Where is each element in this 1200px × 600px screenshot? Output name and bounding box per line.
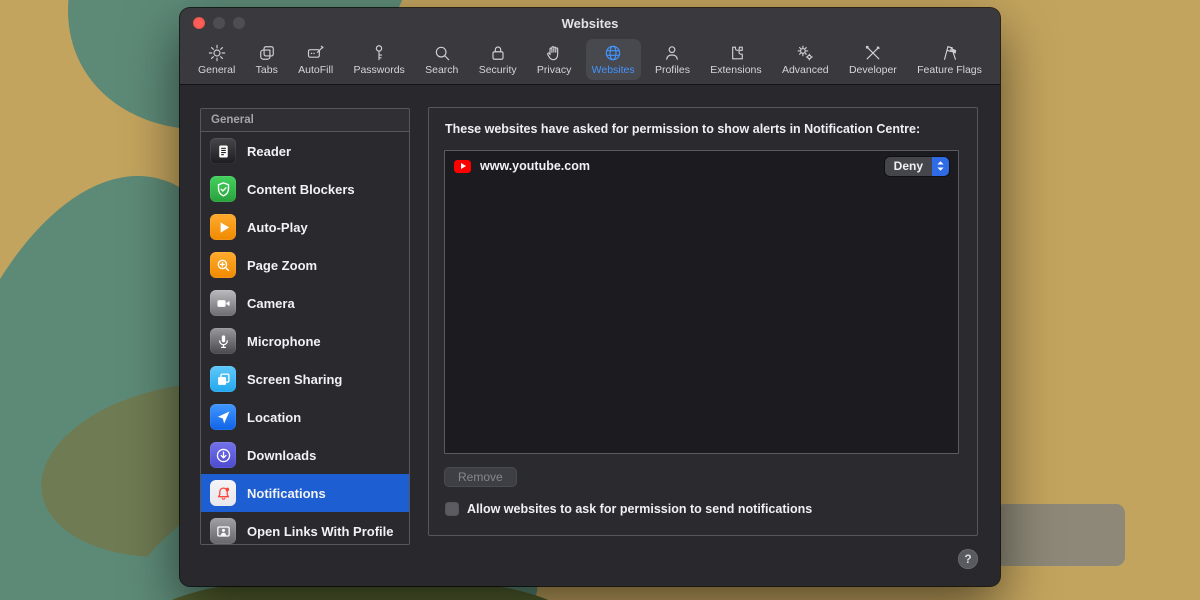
toolbar-tab-label: Extensions (710, 64, 761, 76)
toolbar-tab-label: Tabs (256, 64, 278, 76)
toolbar-tab-label: Privacy (537, 64, 571, 76)
toolbar-tab-websites[interactable]: Websites (586, 39, 641, 80)
puzzle-icon (725, 42, 746, 63)
website-domain: www.youtube.com (480, 159, 876, 173)
window-titlebar[interactable]: Websites (180, 8, 1000, 38)
toolbar-tab-label: Feature Flags (917, 64, 982, 76)
sidebar-item-auto-play[interactable]: Auto-Play (201, 208, 409, 246)
remove-button[interactable]: Remove (444, 467, 517, 487)
toolbar-tab-developer[interactable]: Developer (843, 39, 903, 80)
sidebar-item-microphone[interactable]: Microphone (201, 322, 409, 360)
gear-icon (206, 42, 227, 63)
navigation-icon (210, 404, 236, 430)
toolbar-tab-label: Security (479, 64, 517, 76)
sidebar-item-open-links-profile[interactable]: Open Links With Profile (201, 512, 409, 545)
zoom-window-button[interactable] (233, 17, 245, 29)
sidebar-item-label: Downloads (247, 448, 316, 463)
toolbar-tab-tabs[interactable]: Tabs (250, 39, 284, 80)
allow-ask-checkbox[interactable] (445, 502, 459, 516)
websites-permission-list: www.youtube.com Deny (444, 150, 959, 454)
video-camera-icon (210, 290, 236, 316)
search-icon (431, 42, 452, 63)
toolbar-tab-general[interactable]: General (192, 39, 241, 80)
safari-settings-window: Websites General Tabs AutoFill Passwords… (180, 8, 1000, 586)
website-row[interactable]: www.youtube.com Deny (445, 151, 958, 181)
notifications-panel: These websites have asked for permission… (428, 107, 978, 536)
sidebar-item-label: Microphone (247, 334, 321, 349)
traffic-lights (180, 17, 245, 29)
window-title: Websites (180, 16, 1000, 31)
toolbar-tab-passwords[interactable]: Passwords (347, 39, 410, 80)
close-window-button[interactable] (193, 17, 205, 29)
toolbar-tab-autofill[interactable]: AutoFill (292, 39, 339, 80)
help-button[interactable]: ? (958, 549, 978, 569)
sidebar-item-screen-sharing[interactable]: Screen Sharing (201, 360, 409, 398)
toolbar-tab-profiles[interactable]: Profiles (649, 39, 696, 80)
magnifier-plus-icon (210, 252, 236, 278)
autofill-card-icon (305, 42, 326, 63)
flags-icon (939, 42, 960, 63)
sidebar-item-downloads[interactable]: Downloads (201, 436, 409, 474)
wallpaper-gray-card (995, 504, 1125, 566)
toolbar-tab-advanced[interactable]: Advanced (776, 39, 835, 80)
toolbar-tab-search[interactable]: Search (419, 39, 464, 80)
reader-icon (210, 138, 236, 164)
toolbar-tab-label: AutoFill (298, 64, 333, 76)
toolbar-tab-label: Profiles (655, 64, 690, 76)
screens-icon (210, 366, 236, 392)
toolbar-tab-label: Advanced (782, 64, 829, 76)
minimize-window-button[interactable] (213, 17, 225, 29)
key-icon (369, 42, 390, 63)
toolbar-tab-extensions[interactable]: Extensions (704, 39, 767, 80)
panel-description: These websites have asked for permission… (429, 108, 977, 136)
toolbar-tab-privacy[interactable]: Privacy (531, 39, 577, 80)
toolbar-tab-label: Developer (849, 64, 897, 76)
sidebar-item-reader[interactable]: Reader (201, 132, 409, 170)
settings-toolbar: General Tabs AutoFill Passwords Search S… (180, 38, 1000, 85)
tabs-icon (256, 42, 277, 63)
websites-sidebar: General Reader Content Blockers Auto-Pla… (200, 108, 410, 545)
play-icon (210, 214, 236, 240)
gears-icon (795, 42, 816, 63)
toolbar-tab-label: Websites (592, 64, 635, 76)
lock-icon (487, 42, 508, 63)
sidebar-item-camera[interactable]: Camera (201, 284, 409, 322)
microphone-icon (210, 328, 236, 354)
sidebar-item-content-blockers[interactable]: Content Blockers (201, 170, 409, 208)
toolbar-tab-security[interactable]: Security (473, 39, 523, 80)
crossed-tools-icon (862, 42, 883, 63)
dropdown-stepper-icon (932, 157, 949, 176)
profile-card-icon (210, 518, 236, 544)
youtube-favicon-icon (454, 160, 471, 173)
allow-ask-row: Allow websites to ask for permission to … (445, 502, 812, 516)
sidebar-item-notifications[interactable]: Notifications (201, 474, 409, 512)
sidebar-section-header: General (201, 109, 409, 132)
sidebar-item-label: Auto-Play (247, 220, 308, 235)
hand-icon (544, 42, 565, 63)
sidebar-item-location[interactable]: Location (201, 398, 409, 436)
permission-dropdown[interactable]: Deny (885, 157, 949, 176)
allow-ask-label: Allow websites to ask for permission to … (467, 502, 812, 516)
globe-icon (603, 42, 624, 63)
sidebar-item-label: Location (247, 410, 301, 425)
websites-content: General Reader Content Blockers Auto-Pla… (180, 85, 1000, 586)
sidebar-item-label: Page Zoom (247, 258, 317, 273)
sidebar-item-label: Open Links With Profile (247, 524, 394, 539)
download-circle-icon (210, 442, 236, 468)
sidebar-item-label: Content Blockers (247, 182, 355, 197)
shield-check-icon (210, 176, 236, 202)
sidebar-items: Reader Content Blockers Auto-Play Page Z… (201, 132, 409, 545)
toolbar-tab-label: Passwords (353, 64, 404, 76)
sidebar-item-label: Screen Sharing (247, 372, 342, 387)
permission-value: Deny (885, 157, 932, 176)
toolbar-tab-feature-flags[interactable]: Feature Flags (911, 39, 988, 80)
sidebar-item-label: Notifications (247, 486, 326, 501)
bell-badge-icon (210, 480, 236, 506)
toolbar-tab-label: General (198, 64, 235, 76)
sidebar-item-label: Reader (247, 144, 291, 159)
sidebar-item-label: Camera (247, 296, 295, 311)
person-icon (662, 42, 683, 63)
sidebar-item-page-zoom[interactable]: Page Zoom (201, 246, 409, 284)
toolbar-tab-label: Search (425, 64, 458, 76)
